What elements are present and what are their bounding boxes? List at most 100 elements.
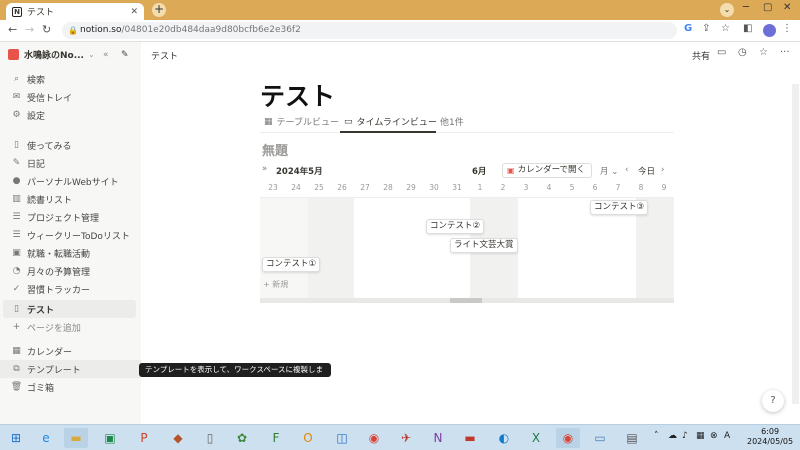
sidebar-item-diary[interactable]: ✎ 日記: [0, 154, 141, 172]
sidebar-item-monthly-budget[interactable]: ◔ 月々の予算管理: [0, 262, 141, 280]
day-label: 9: [661, 183, 667, 192]
collapse-sidebar-icon[interactable]: «: [103, 50, 109, 60]
notepad-icon[interactable]: ▤: [620, 428, 644, 448]
back-icon[interactable]: ←: [8, 23, 17, 36]
reload-icon[interactable]: ↻: [42, 23, 51, 36]
onenote-icon[interactable]: N: [426, 428, 450, 448]
network-icon[interactable]: ▦: [696, 431, 705, 441]
next-icon[interactable]: ›: [661, 165, 664, 175]
app-icon[interactable]: ✿: [230, 428, 254, 448]
timeline-card[interactable]: コンテスト①: [262, 257, 321, 272]
sidebar-item-calendar[interactable]: ▦ カレンダー: [0, 342, 141, 360]
address-bar[interactable]: 🔒 notion.so/04801e20db484daa9d80bcfb6e2e…: [62, 22, 677, 39]
updates-clock-icon[interactable]: ◷: [738, 47, 747, 58]
app-icon[interactable]: ◆: [166, 428, 190, 448]
prev-icon[interactable]: ‹: [625, 165, 628, 175]
sidebar-item-reading-list[interactable]: ▥ 読書リスト: [0, 190, 141, 208]
share-page-icon[interactable]: ⇪: [702, 23, 710, 34]
side-panel-icon[interactable]: ◧: [743, 23, 752, 34]
app-icon[interactable]: ▬: [458, 428, 482, 448]
breadcrumb[interactable]: テスト: [151, 49, 178, 62]
powerpoint-icon[interactable]: P: [132, 428, 156, 448]
google-translate-icon[interactable]: G: [684, 23, 692, 34]
add-page-button[interactable]: + ページを追加: [0, 318, 141, 336]
templates-icon: ⧉: [13, 364, 20, 374]
app-icon[interactable]: ▭: [588, 428, 612, 448]
restore-icon[interactable]: ▢: [763, 2, 772, 13]
url-path: /04801e20db484daa9d80bcfb6e2e36f2: [121, 25, 301, 35]
scale-select[interactable]: 月 ⌄: [600, 165, 618, 177]
sidebar-item-inbox[interactable]: ✉ 受信トレイ: [0, 88, 141, 106]
windows-start-icon[interactable]: ⊞: [4, 428, 28, 448]
volume-icon[interactable]: ♪: [682, 431, 688, 441]
close-tab-icon[interactable]: ✕: [130, 7, 138, 17]
share-button[interactable]: 共有: [692, 49, 710, 62]
sidebar-item-label: プロジェクト管理: [27, 213, 100, 224]
sidebar-item-personal-website[interactable]: ● パーソナルWebサイト: [0, 172, 141, 190]
edge-icon[interactable]: ◐: [492, 428, 516, 448]
timeline-card[interactable]: ライト文芸大賞: [450, 238, 518, 253]
outlook-icon[interactable]: O: [296, 428, 320, 448]
tab-more-views[interactable]: 他1件: [440, 115, 464, 128]
day-label: 2: [500, 183, 506, 192]
page-vertical-scrollbar[interactable]: [792, 84, 799, 404]
close-window-icon[interactable]: ✕: [783, 2, 791, 13]
timeline-card[interactable]: コンテスト②: [426, 219, 485, 234]
sidebar-item-label: 習慣トラッカー: [27, 285, 91, 296]
internet-explorer-icon[interactable]: e: [34, 428, 58, 448]
error-icon[interactable]: ⊗: [710, 431, 718, 441]
sidebar-item-getting-started[interactable]: ▯ 使ってみる: [0, 136, 141, 154]
new-item-button[interactable]: + 新規: [263, 279, 288, 290]
document-icon[interactable]: ▯: [198, 428, 222, 448]
expand-table-icon[interactable]: »: [262, 164, 267, 174]
comments-icon[interactable]: ▭: [717, 47, 726, 58]
app-icon[interactable]: ✈: [394, 428, 418, 448]
database-title[interactable]: 無題: [262, 140, 288, 159]
workspace-switcher[interactable]: 水鳴詠のNo... ⌄ « ✎: [8, 48, 138, 61]
chrome-active-icon[interactable]: ◉: [556, 428, 580, 448]
sidebar-item-label: 就職・転職活動: [27, 249, 91, 260]
tray-chevron-icon[interactable]: ˄: [654, 431, 659, 441]
sidebar-item-test[interactable]: ▯ テスト: [3, 300, 136, 318]
ime-mode-icon[interactable]: A: [724, 431, 730, 441]
sidebar-item-label: 日記: [27, 159, 46, 170]
forward-icon[interactable]: →: [25, 23, 34, 36]
day-label: 8: [638, 183, 644, 192]
sidebar-item-weekly-todo[interactable]: ☰ ウィークリーToDoリスト: [0, 226, 141, 244]
sidebar-item-templates[interactable]: ⧉ テンプレート: [0, 360, 141, 378]
chrome-icon[interactable]: ◉: [362, 428, 386, 448]
app-icon[interactable]: ◫: [330, 428, 354, 448]
new-page-icon[interactable]: ✎: [121, 50, 129, 60]
page-title[interactable]: テスト: [260, 77, 335, 113]
tab-table-view[interactable]: ▦ テーブルビュー: [264, 115, 339, 129]
favorite-star-icon[interactable]: ☆: [759, 47, 768, 58]
browser-tab[interactable]: N テスト ✕: [6, 3, 144, 20]
onedrive-icon[interactable]: ☁: [668, 431, 677, 441]
taskbar-clock[interactable]: 6:09 2024/05/05: [747, 427, 793, 447]
app-icon[interactable]: ▣: [98, 428, 122, 448]
sidebar-item-settings[interactable]: ⚙ 設定: [0, 106, 141, 124]
day-label: 31: [452, 183, 462, 192]
help-button[interactable]: ?: [762, 390, 784, 412]
minimize-icon[interactable]: ─: [743, 2, 749, 13]
open-in-calendar-button[interactable]: ▣ カレンダーで開く: [502, 163, 593, 178]
bookmark-star-icon[interactable]: ☆: [721, 23, 730, 34]
tab-search-chevron-icon[interactable]: ⌄: [720, 3, 734, 17]
scrollbar-thumb[interactable]: [450, 298, 482, 303]
sidebar-item-job-hunting[interactable]: ▣ 就職・転職活動: [0, 244, 141, 262]
sidebar-item-search[interactable]: ⌕ 検索: [0, 70, 141, 88]
file-explorer-icon[interactable]: ▬: [64, 428, 88, 448]
sidebar-item-trash[interactable]: 🗑 ゴミ箱: [0, 378, 141, 396]
app-icon[interactable]: F: [264, 428, 288, 448]
sidebar-item-project-management[interactable]: ☰ プロジェクト管理: [0, 208, 141, 226]
excel-icon[interactable]: X: [524, 428, 548, 448]
new-tab-button[interactable]: +: [152, 3, 166, 17]
chrome-menu-icon[interactable]: ⋮: [782, 23, 792, 34]
timeline-horizontal-scrollbar[interactable]: [260, 298, 674, 303]
tab-timeline-view[interactable]: ▭ タイムラインビュー: [344, 115, 437, 129]
more-options-icon[interactable]: ···: [780, 47, 790, 58]
timeline-card[interactable]: コンテスト③: [590, 200, 649, 215]
today-button[interactable]: 今日: [638, 165, 655, 177]
profile-avatar[interactable]: [763, 24, 776, 37]
sidebar-item-habit-tracker[interactable]: ✓ 習慣トラッカー: [0, 280, 141, 298]
